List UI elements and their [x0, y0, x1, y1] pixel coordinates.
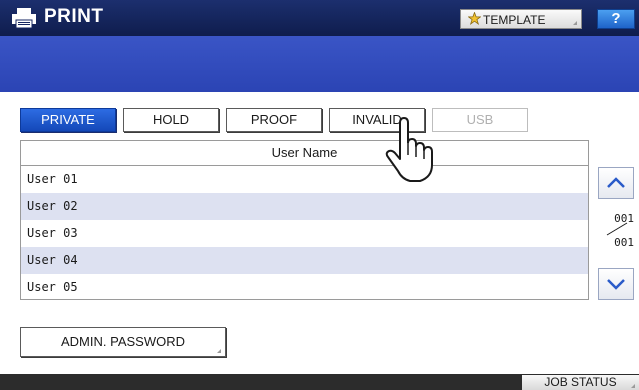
- template-label: TEMPLATE: [483, 13, 546, 27]
- list-item[interactable]: User 04: [21, 247, 588, 274]
- title-bar: PRINT TEMPLATE ?: [0, 0, 639, 36]
- star-icon: [468, 12, 481, 25]
- column-header-user-name: User Name: [21, 141, 588, 166]
- expand-corner-icon: [573, 21, 577, 25]
- pointing-hand-icon: [385, 117, 433, 182]
- scroll-up-button[interactable]: [598, 167, 634, 199]
- page-title: PRINT: [44, 6, 104, 27]
- list-item[interactable]: User 01: [21, 166, 588, 193]
- job-status-button[interactable]: JOB STATUS: [522, 375, 639, 390]
- expand-corner-icon: [631, 384, 635, 388]
- scroll-down-button[interactable]: [598, 268, 634, 300]
- tab-hold[interactable]: HOLD: [123, 108, 219, 132]
- admin-password-button[interactable]: ADMIN. PASSWORD: [20, 327, 226, 357]
- help-button[interactable]: ?: [597, 9, 635, 29]
- user-list: User Name User 01 User 02 User 03 User 0…: [20, 140, 589, 300]
- list-item[interactable]: User 02: [21, 193, 588, 220]
- list-item[interactable]: User 05: [21, 274, 588, 301]
- chevron-down-icon: [607, 279, 625, 290]
- page-total: 001: [614, 236, 634, 249]
- list-item[interactable]: User 03: [21, 220, 588, 247]
- admin-password-label: ADMIN. PASSWORD: [61, 334, 185, 349]
- expand-corner-icon: [217, 349, 221, 353]
- tab-proof[interactable]: PROOF: [226, 108, 322, 132]
- page-divider: [606, 222, 628, 236]
- chevron-up-icon: [607, 177, 625, 188]
- job-status-label: JOB STATUS: [544, 375, 617, 389]
- template-button[interactable]: TEMPLATE: [460, 9, 582, 29]
- subheader-bar: [0, 36, 639, 92]
- tab-usb[interactable]: USB: [432, 108, 528, 132]
- tab-private[interactable]: PRIVATE: [20, 108, 116, 132]
- printer-icon: [12, 8, 36, 29]
